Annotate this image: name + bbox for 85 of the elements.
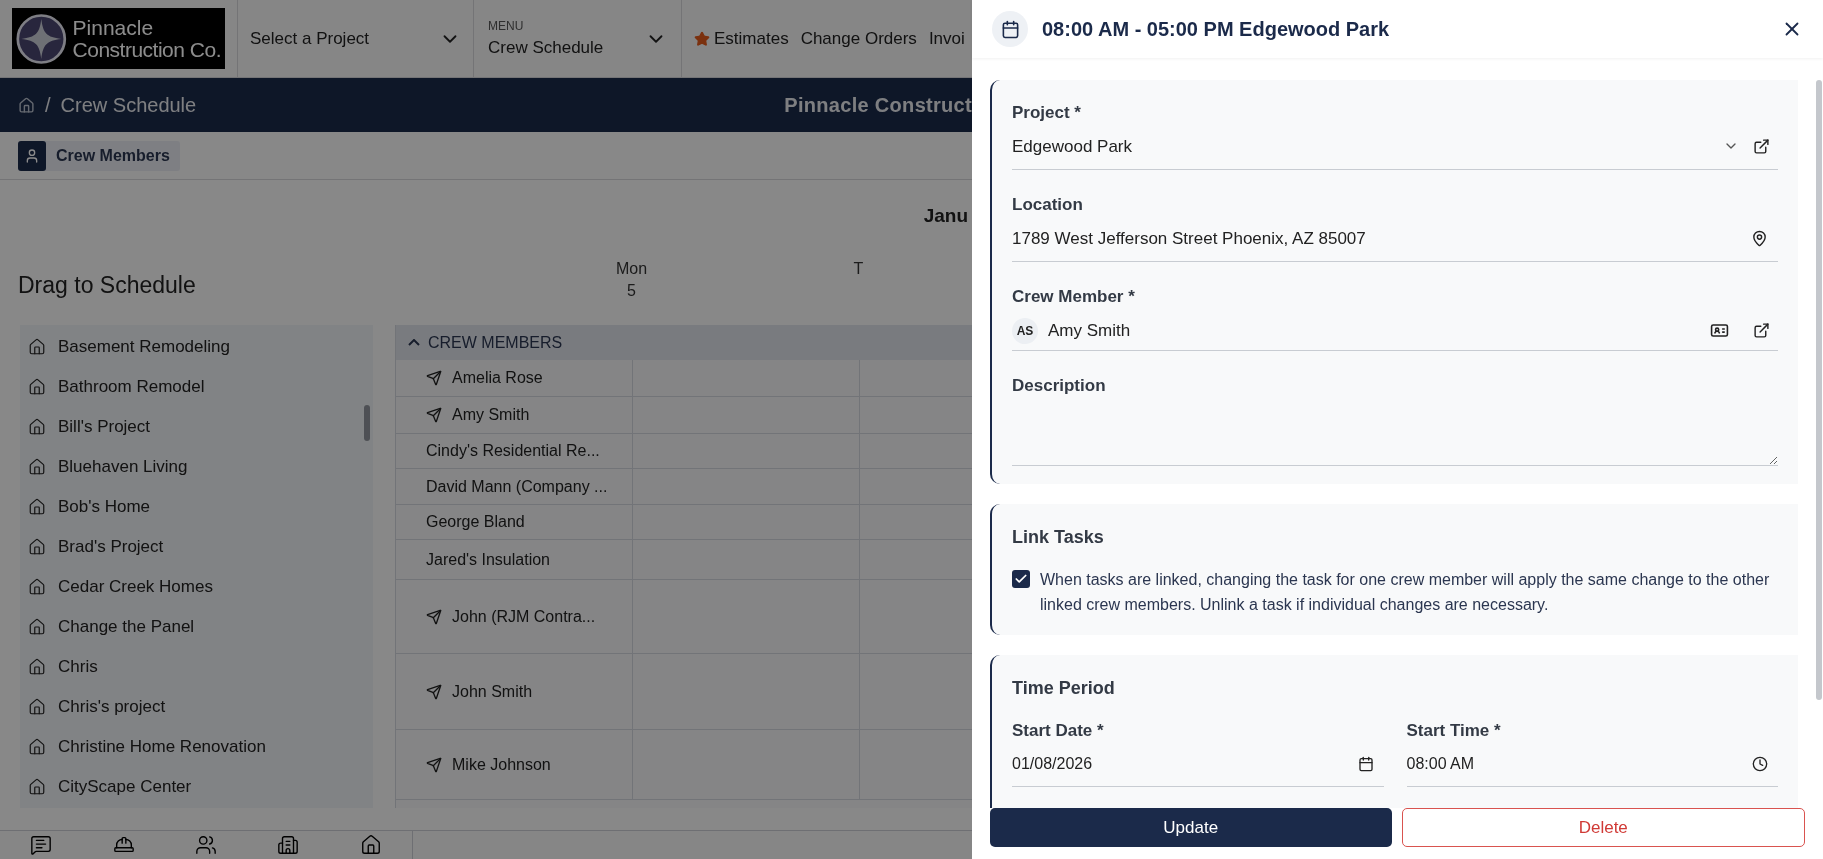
- avatar-initials: AS: [1012, 317, 1038, 344]
- project-select[interactable]: Select a Project: [237, 0, 473, 77]
- project-item[interactable]: Bill's Project: [28, 407, 373, 447]
- field-label: Start Time *: [1406, 720, 1502, 742]
- crew-name-cell: Jared's Insulation: [396, 540, 633, 579]
- house-icon: [28, 538, 46, 556]
- house-icon: [28, 698, 46, 716]
- field-label: Project *: [1012, 102, 1082, 124]
- house-icon: [28, 618, 46, 636]
- project-item[interactable]: Change the Panel: [28, 607, 373, 647]
- nav-link[interactable]: Estimates: [694, 25, 789, 52]
- nav-link[interactable]: Change Orders: [800, 25, 917, 52]
- delete-button[interactable]: Delete: [1401, 808, 1805, 847]
- menu-select[interactable]: MENU Crew Schedule: [473, 0, 681, 77]
- house-icon: [28, 778, 46, 796]
- month-title: Janu: [923, 203, 968, 228]
- drag-panel-title: Drag to Schedule: [17, 271, 197, 300]
- home-icon: [359, 834, 382, 856]
- house-icon: [28, 498, 46, 516]
- project-field[interactable]: Edgewood Park: [1012, 133, 1778, 170]
- breadcrumb-link[interactable]: Crew Schedule: [60, 90, 197, 120]
- crew-name-cell: Amy Smith: [396, 397, 633, 433]
- users-icon: [194, 834, 217, 856]
- section-heading: Time Period: [1012, 677, 1116, 700]
- crew-name-cell: Cindy's Residential Re...: [396, 434, 633, 468]
- scrollbar-thumb[interactable]: [1816, 80, 1822, 700]
- start-time-field[interactable]: 08:00 AM: [1406, 751, 1778, 787]
- project-item[interactable]: Christine Home Renovation: [28, 727, 373, 767]
- company-title: Pinnacle Construct: [784, 93, 972, 118]
- building-icon: [277, 834, 300, 856]
- field-label: Start Date *: [1012, 720, 1105, 742]
- project-item[interactable]: Cedar Creek Homes: [28, 567, 373, 607]
- crew-group-header[interactable]: CREW MEMBERS: [396, 325, 972, 360]
- project-item[interactable]: Bluehaven Living: [28, 447, 373, 487]
- house-icon: [28, 738, 46, 756]
- crew-name-cell: Amelia Rose: [396, 360, 633, 396]
- crew-name-cell: David Mann (Company ...: [396, 469, 633, 504]
- external-link-icon: [1753, 322, 1770, 339]
- house-icon: [28, 418, 46, 436]
- project-item[interactable]: Brad's Project: [28, 527, 373, 567]
- update-button[interactable]: Update: [990, 808, 1392, 847]
- user-icon: [24, 147, 40, 164]
- crew-name-cell: Mike Johnson: [396, 730, 633, 799]
- crew-member-field[interactable]: AS Amy Smith: [1012, 317, 1778, 351]
- link-tasks-checkbox[interactable]: [1012, 570, 1030, 588]
- crew-name-cell: John (RJM Contra...: [396, 580, 633, 653]
- crew-name-cell: George Bland: [396, 505, 633, 539]
- day-header: Mon 5: [614, 259, 649, 301]
- scrollbar-thumb[interactable]: [364, 405, 370, 441]
- field-label: Description: [1012, 374, 1107, 397]
- house-icon: [28, 338, 46, 356]
- start-date-field[interactable]: 01/08/2026: [1012, 751, 1384, 787]
- project-item[interactable]: CityScape Center: [28, 767, 373, 807]
- logo-text: Pinnacle: [72, 16, 155, 39]
- project-item[interactable]: Chris: [28, 647, 373, 687]
- link-tasks-description: When tasks are linked, changing the task for one crew member will apply the same change to the other linked crew members. Unlink a task if individual changes are necessary.: [1040, 570, 1771, 615]
- home-icon: [18, 96, 35, 114]
- logo-text: Construction Co.: [72, 38, 221, 61]
- contact-card-icon: [1710, 321, 1729, 340]
- crew-name-cell: John Smith: [396, 654, 633, 729]
- check-icon: [1014, 572, 1028, 586]
- day-header: T: [852, 259, 865, 279]
- calendar-icon: [1357, 755, 1374, 772]
- message-icon: [30, 834, 53, 856]
- calendar-icon: [1000, 19, 1020, 39]
- modal-overlay[interactable]: [0, 0, 972, 859]
- project-item[interactable]: Chris's project: [28, 687, 373, 727]
- house-icon: [28, 578, 46, 596]
- house-icon: [28, 658, 46, 676]
- project-item[interactable]: Basement Remodeling: [28, 327, 373, 367]
- field-label: Location: [1012, 194, 1084, 216]
- project-item[interactable]: Bob's Home: [28, 487, 373, 527]
- nav-link[interactable]: Invoi: [928, 25, 965, 52]
- field-label: Crew Member *: [1012, 286, 1136, 308]
- clock-icon: [1752, 755, 1768, 772]
- house-icon: [28, 378, 46, 396]
- external-link-icon: [1753, 137, 1770, 155]
- panel-title: 08:00 AM - 05:00 PM Edgewood Park: [1042, 17, 1390, 42]
- crew-members-button[interactable]: Crew Members: [18, 140, 180, 171]
- location-field[interactable]: 1789 West Jefferson Street Phoenix, AZ 85007: [1012, 225, 1778, 262]
- project-item[interactable]: Bathroom Remodel: [28, 367, 373, 407]
- breadcrumb-separator: /: [45, 93, 51, 118]
- house-icon: [28, 458, 46, 476]
- map-pin-icon: [1751, 229, 1768, 247]
- section-heading: Link Tasks: [1012, 526, 1105, 549]
